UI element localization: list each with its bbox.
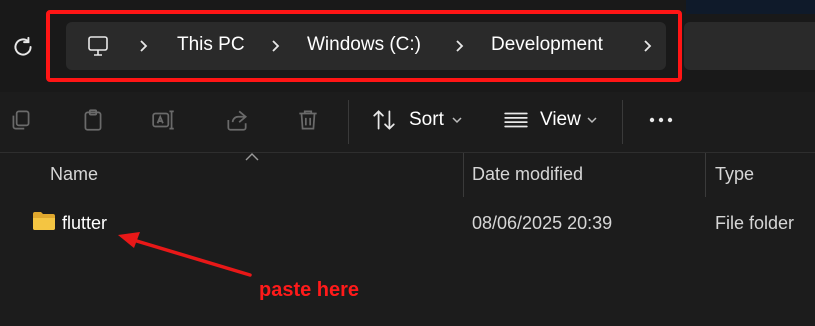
column-header-date-modified[interactable]: Date modified	[472, 164, 583, 185]
column-header-type[interactable]: Type	[715, 164, 754, 185]
row-date-modified: 08/06/2025 20:39	[472, 213, 613, 233]
row-name[interactable]: flutter	[62, 213, 107, 234]
column-divider[interactable]	[705, 153, 706, 197]
delete-icon[interactable]	[295, 107, 321, 133]
command-bar	[0, 92, 815, 153]
table-row[interactable]	[0, 201, 815, 245]
folder-icon	[33, 212, 55, 230]
copy-icon[interactable]	[8, 107, 34, 133]
toolbar-divider	[622, 100, 623, 144]
row-type: File folder	[715, 213, 795, 233]
refresh-icon[interactable]	[10, 34, 36, 60]
toolbar-divider	[348, 100, 349, 144]
paste-icon[interactable]	[80, 107, 106, 133]
search-box[interactable]	[684, 22, 815, 70]
column-divider[interactable]	[463, 153, 464, 197]
rename-icon[interactable]	[151, 107, 177, 133]
view-icon[interactable]	[503, 107, 529, 133]
column-header-name[interactable]: Name	[50, 164, 98, 185]
annotation-label: paste here	[259, 279, 360, 301]
sort-button[interactable]: Sort	[409, 109, 444, 131]
view-button[interactable]: View	[540, 109, 581, 131]
more-icon[interactable]	[648, 116, 674, 124]
sort-ascending-caret-icon	[245, 153, 259, 161]
share-icon[interactable]	[224, 107, 250, 133]
chevron-down-icon[interactable]	[587, 117, 597, 124]
window-strip	[686, 0, 815, 14]
chevron-down-icon[interactable]	[452, 117, 462, 124]
sort-icon[interactable]	[371, 107, 397, 133]
address-highlight-box	[46, 10, 682, 82]
